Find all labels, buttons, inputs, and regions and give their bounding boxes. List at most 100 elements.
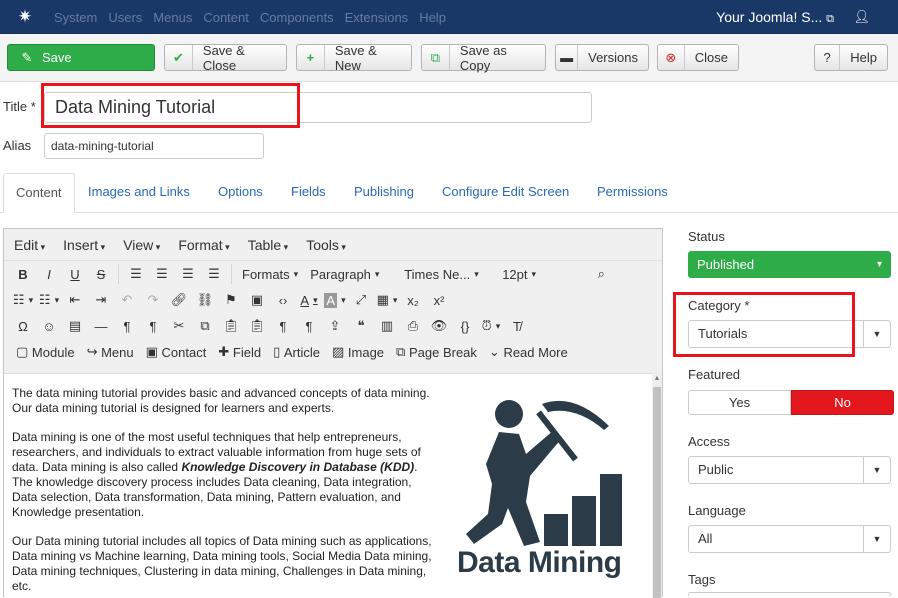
save-button[interactable]: ✎ Save — [7, 44, 155, 71]
date-time-icon[interactable]: ⏰︎ — [478, 314, 504, 338]
menu-users[interactable]: Users — [108, 10, 142, 25]
subscript-icon[interactable]: x₂ — [400, 288, 426, 312]
indent-icon[interactable]: ⇥ — [88, 288, 114, 312]
rtl-icon[interactable]: ¶ — [140, 314, 166, 338]
tags-input[interactable] — [688, 592, 891, 597]
upload-icon[interactable]: ⇪ — [322, 314, 348, 338]
image-button[interactable]: ▨ Image — [326, 340, 390, 364]
read-more-button[interactable]: ⌄ Read More — [483, 340, 574, 364]
link-icon[interactable]: 🔗︎ — [166, 288, 192, 312]
versions-button[interactable]: ▬ Versions — [555, 44, 649, 71]
visual-blocks-icon[interactable]: ¶ — [296, 314, 322, 338]
access-select[interactable]: Public ▼ — [688, 456, 891, 484]
page-break-button[interactable]: ⧉ Page Break — [390, 340, 483, 364]
insert-image-icon[interactable]: ▣ — [244, 288, 270, 312]
user-icon[interactable]: 👤︎ — [853, 0, 870, 34]
underline-icon[interactable]: U — [62, 262, 88, 286]
redo-icon[interactable]: ↷ — [140, 288, 166, 312]
status-select[interactable]: Published — [688, 251, 891, 278]
scrollbar-thumb[interactable] — [653, 387, 661, 598]
tab-content[interactable]: Content — [3, 173, 75, 213]
module-button[interactable]: ▢ Module — [10, 340, 81, 364]
superscript-icon[interactable]: x² — [426, 288, 452, 312]
anchor-icon[interactable]: ⚑ — [218, 288, 244, 312]
paste-text-icon[interactable]: 📋︎ — [244, 314, 270, 338]
clear-format-icon[interactable]: T̸ — [504, 314, 530, 338]
blockquote-icon[interactable]: ❝ — [348, 314, 374, 338]
undo-icon[interactable]: ↶ — [114, 288, 140, 312]
formats-dropdown[interactable]: Formats — [236, 262, 304, 286]
scroll-up-icon[interactable]: ▲ — [652, 375, 662, 385]
tab-options[interactable]: Options — [218, 173, 263, 213]
tab-images-links[interactable]: Images and Links — [88, 173, 190, 213]
bold-icon[interactable]: B — [10, 262, 36, 286]
menu-extensions[interactable]: Extensions — [345, 10, 409, 25]
field-button[interactable]: ✚ Field — [212, 340, 267, 364]
text-color-icon[interactable]: A — [296, 288, 322, 312]
joomla-logo-icon[interactable]: ✷ — [14, 6, 36, 28]
tab-publishing[interactable]: Publishing — [354, 173, 414, 213]
font-size-dropdown[interactable]: 12pt — [496, 262, 588, 286]
category-select[interactable]: Tutorials ▼ — [688, 320, 891, 348]
menu-button[interactable]: ↪ Menu — [81, 340, 140, 364]
menu-insert[interactable]: Insert — [63, 237, 105, 253]
font-family-dropdown[interactable]: Times Ne... — [398, 262, 496, 286]
print-icon[interactable]: ⎙ — [400, 314, 426, 338]
outdent-icon[interactable]: ⇤ — [62, 288, 88, 312]
bullet-list-icon[interactable]: ☷ — [10, 288, 36, 312]
close-button[interactable]: ⊗ Close — [657, 44, 739, 71]
article-button[interactable]: ▯ Article — [267, 340, 326, 364]
template-icon[interactable]: ▥ — [374, 314, 400, 338]
background-color-icon[interactable]: A — [322, 288, 348, 312]
save-copy-button[interactable]: ⧉ Save as Copy — [421, 43, 546, 73]
title-input[interactable]: Data Mining Tutorial — [44, 92, 592, 123]
align-center-icon[interactable]: ☰ — [149, 262, 175, 286]
site-link[interactable]: Your Joomla! S... ⧉ — [716, 0, 834, 34]
source-code-icon[interactable]: {} — [452, 314, 478, 338]
numbered-list-icon[interactable]: ☷ — [36, 288, 62, 312]
find-replace-icon[interactable]: ⌕ — [588, 262, 614, 286]
tab-fields[interactable]: Fields — [291, 173, 326, 213]
emoticons-icon[interactable]: ☺ — [36, 314, 62, 338]
special-char-icon[interactable]: Ω — [10, 314, 36, 338]
ltr-icon[interactable]: ¶ — [114, 314, 140, 338]
menu-components[interactable]: Components — [260, 10, 334, 25]
menu-view[interactable]: View — [123, 237, 160, 253]
featured-yes-button[interactable]: Yes — [688, 390, 791, 415]
code-icon[interactable]: ‹› — [270, 288, 296, 312]
menu-help[interactable]: Help — [419, 10, 446, 25]
italic-icon[interactable]: I — [36, 262, 62, 286]
align-justify-icon[interactable]: ☰ — [201, 262, 227, 286]
unlink-icon[interactable]: ⛓ — [192, 288, 218, 312]
tab-configure-edit-screen[interactable]: Configure Edit Screen — [442, 173, 569, 213]
editor-content[interactable]: The data mining tutorial provides basic … — [4, 373, 654, 598]
horizontal-rule-icon[interactable]: — — [88, 314, 114, 338]
menu-tools[interactable]: Tools — [306, 237, 346, 253]
cut-icon[interactable]: ✂ — [166, 314, 192, 338]
language-select[interactable]: All ▼ — [688, 525, 891, 553]
menu-system[interactable]: System — [54, 10, 97, 25]
preview-icon[interactable]: 👁︎ — [426, 314, 452, 338]
paste-icon[interactable]: 📋︎ — [218, 314, 244, 338]
align-right-icon[interactable]: ☰ — [175, 262, 201, 286]
paragraph-dropdown[interactable]: Paragraph — [304, 262, 398, 286]
featured-no-button[interactable]: No — [791, 390, 894, 415]
menu-content[interactable]: Content — [203, 10, 249, 25]
editor-scrollbar[interactable]: ▲ — [652, 373, 662, 598]
save-close-button[interactable]: ✔ Save & Close — [164, 43, 287, 73]
copy-icon[interactable]: ⧉ — [192, 314, 218, 338]
tab-permissions[interactable]: Permissions — [597, 173, 668, 213]
visual-chars-icon[interactable]: ¶ — [270, 314, 296, 338]
help-button[interactable]: ? Help — [814, 44, 888, 71]
menu-table[interactable]: Table — [248, 237, 289, 253]
menu-edit[interactable]: Edit — [14, 237, 45, 253]
contact-button[interactable]: ▣ Contact — [140, 340, 213, 364]
alias-input[interactable]: data-mining-tutorial — [44, 133, 264, 159]
align-left-icon[interactable]: ☰ — [123, 262, 149, 286]
strikethrough-icon[interactable]: S — [88, 262, 114, 286]
fullscreen-icon[interactable]: ⤢ — [348, 288, 374, 312]
table-icon[interactable]: ▦ — [374, 288, 400, 312]
media-icon[interactable]: ▤ — [62, 314, 88, 338]
menu-format[interactable]: Format — [178, 237, 229, 253]
save-new-button[interactable]: + Save & New — [296, 43, 412, 73]
